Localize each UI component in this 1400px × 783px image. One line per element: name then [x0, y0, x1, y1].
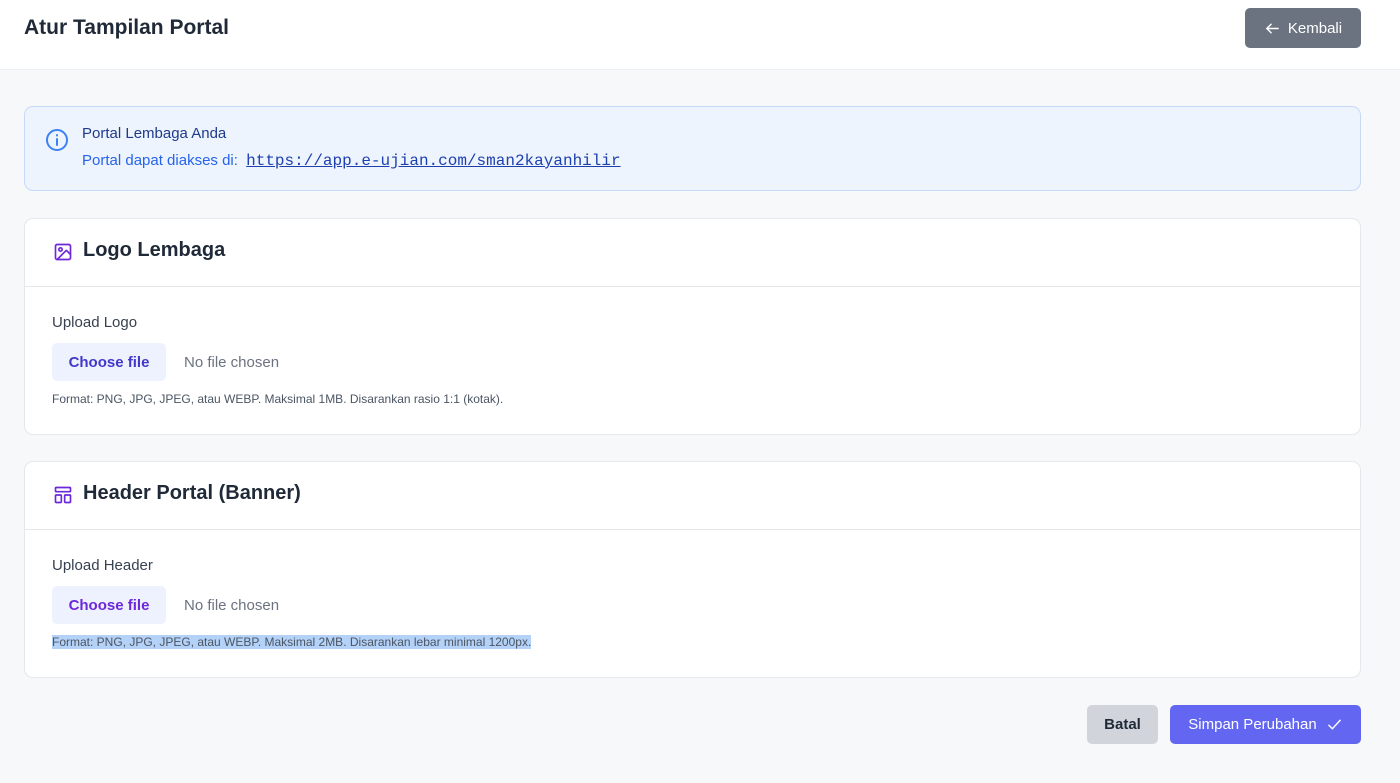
- upload-logo-label: Upload Logo: [52, 314, 138, 331]
- top-bar: Atur Tampilan Portal Kembali: [0, 0, 1400, 70]
- portal-info-alert: Portal Lembaga Anda Portal dapat diakses…: [24, 106, 1361, 191]
- back-button-label: Kembali: [1287, 19, 1343, 37]
- header-card-title: Header Portal (Banner): [83, 482, 301, 504]
- back-button[interactable]: Kembali: [1245, 8, 1361, 48]
- header-file-status: No file chosen: [184, 596, 280, 614]
- header-banner-card: Header Portal (Banner) Upload Header Cho…: [24, 461, 1361, 678]
- header-format-hint: Format: PNG, JPG, JPEG, atau WEBP. Maksi…: [52, 635, 532, 649]
- choose-header-file-button[interactable]: Choose file: [52, 586, 166, 624]
- info-circle-icon: [46, 129, 68, 151]
- logo-file-status: No file chosen: [184, 353, 280, 371]
- header-card-header: Header Portal (Banner): [25, 462, 1360, 530]
- header-file-input[interactable]: Choose file No file chosen: [52, 586, 279, 624]
- save-button-label: Simpan Perubahan: [1188, 716, 1317, 733]
- info-text: Portal dapat diakses di: https://app.e-u…: [82, 152, 621, 170]
- portal-url-link[interactable]: https://app.e-ujian.com/sman2kayanhilir: [246, 152, 620, 170]
- check-icon: [1327, 719, 1341, 730]
- logo-card: Logo Lembaga Upload Logo Choose file No …: [24, 218, 1361, 435]
- logo-file-input[interactable]: Choose file No file chosen: [52, 343, 279, 381]
- image-icon: [54, 243, 72, 261]
- info-prefix: Portal dapat diakses di:: [82, 152, 238, 169]
- logo-format-hint: Format: PNG, JPG, JPEG, atau WEBP. Maksi…: [52, 392, 504, 406]
- arrow-left-icon: [1266, 23, 1279, 33]
- save-changes-button[interactable]: Simpan Perubahan: [1170, 705, 1361, 744]
- logo-card-title: Logo Lembaga: [83, 239, 226, 261]
- page-title: Atur Tampilan Portal: [24, 16, 229, 39]
- logo-card-header: Logo Lembaga: [25, 219, 1360, 287]
- info-title: Portal Lembaga Anda: [82, 125, 227, 142]
- choose-logo-file-button[interactable]: Choose file: [52, 343, 166, 381]
- upload-header-label: Upload Header: [52, 557, 153, 574]
- cancel-button[interactable]: Batal: [1087, 705, 1158, 744]
- layout-icon: [54, 486, 72, 504]
